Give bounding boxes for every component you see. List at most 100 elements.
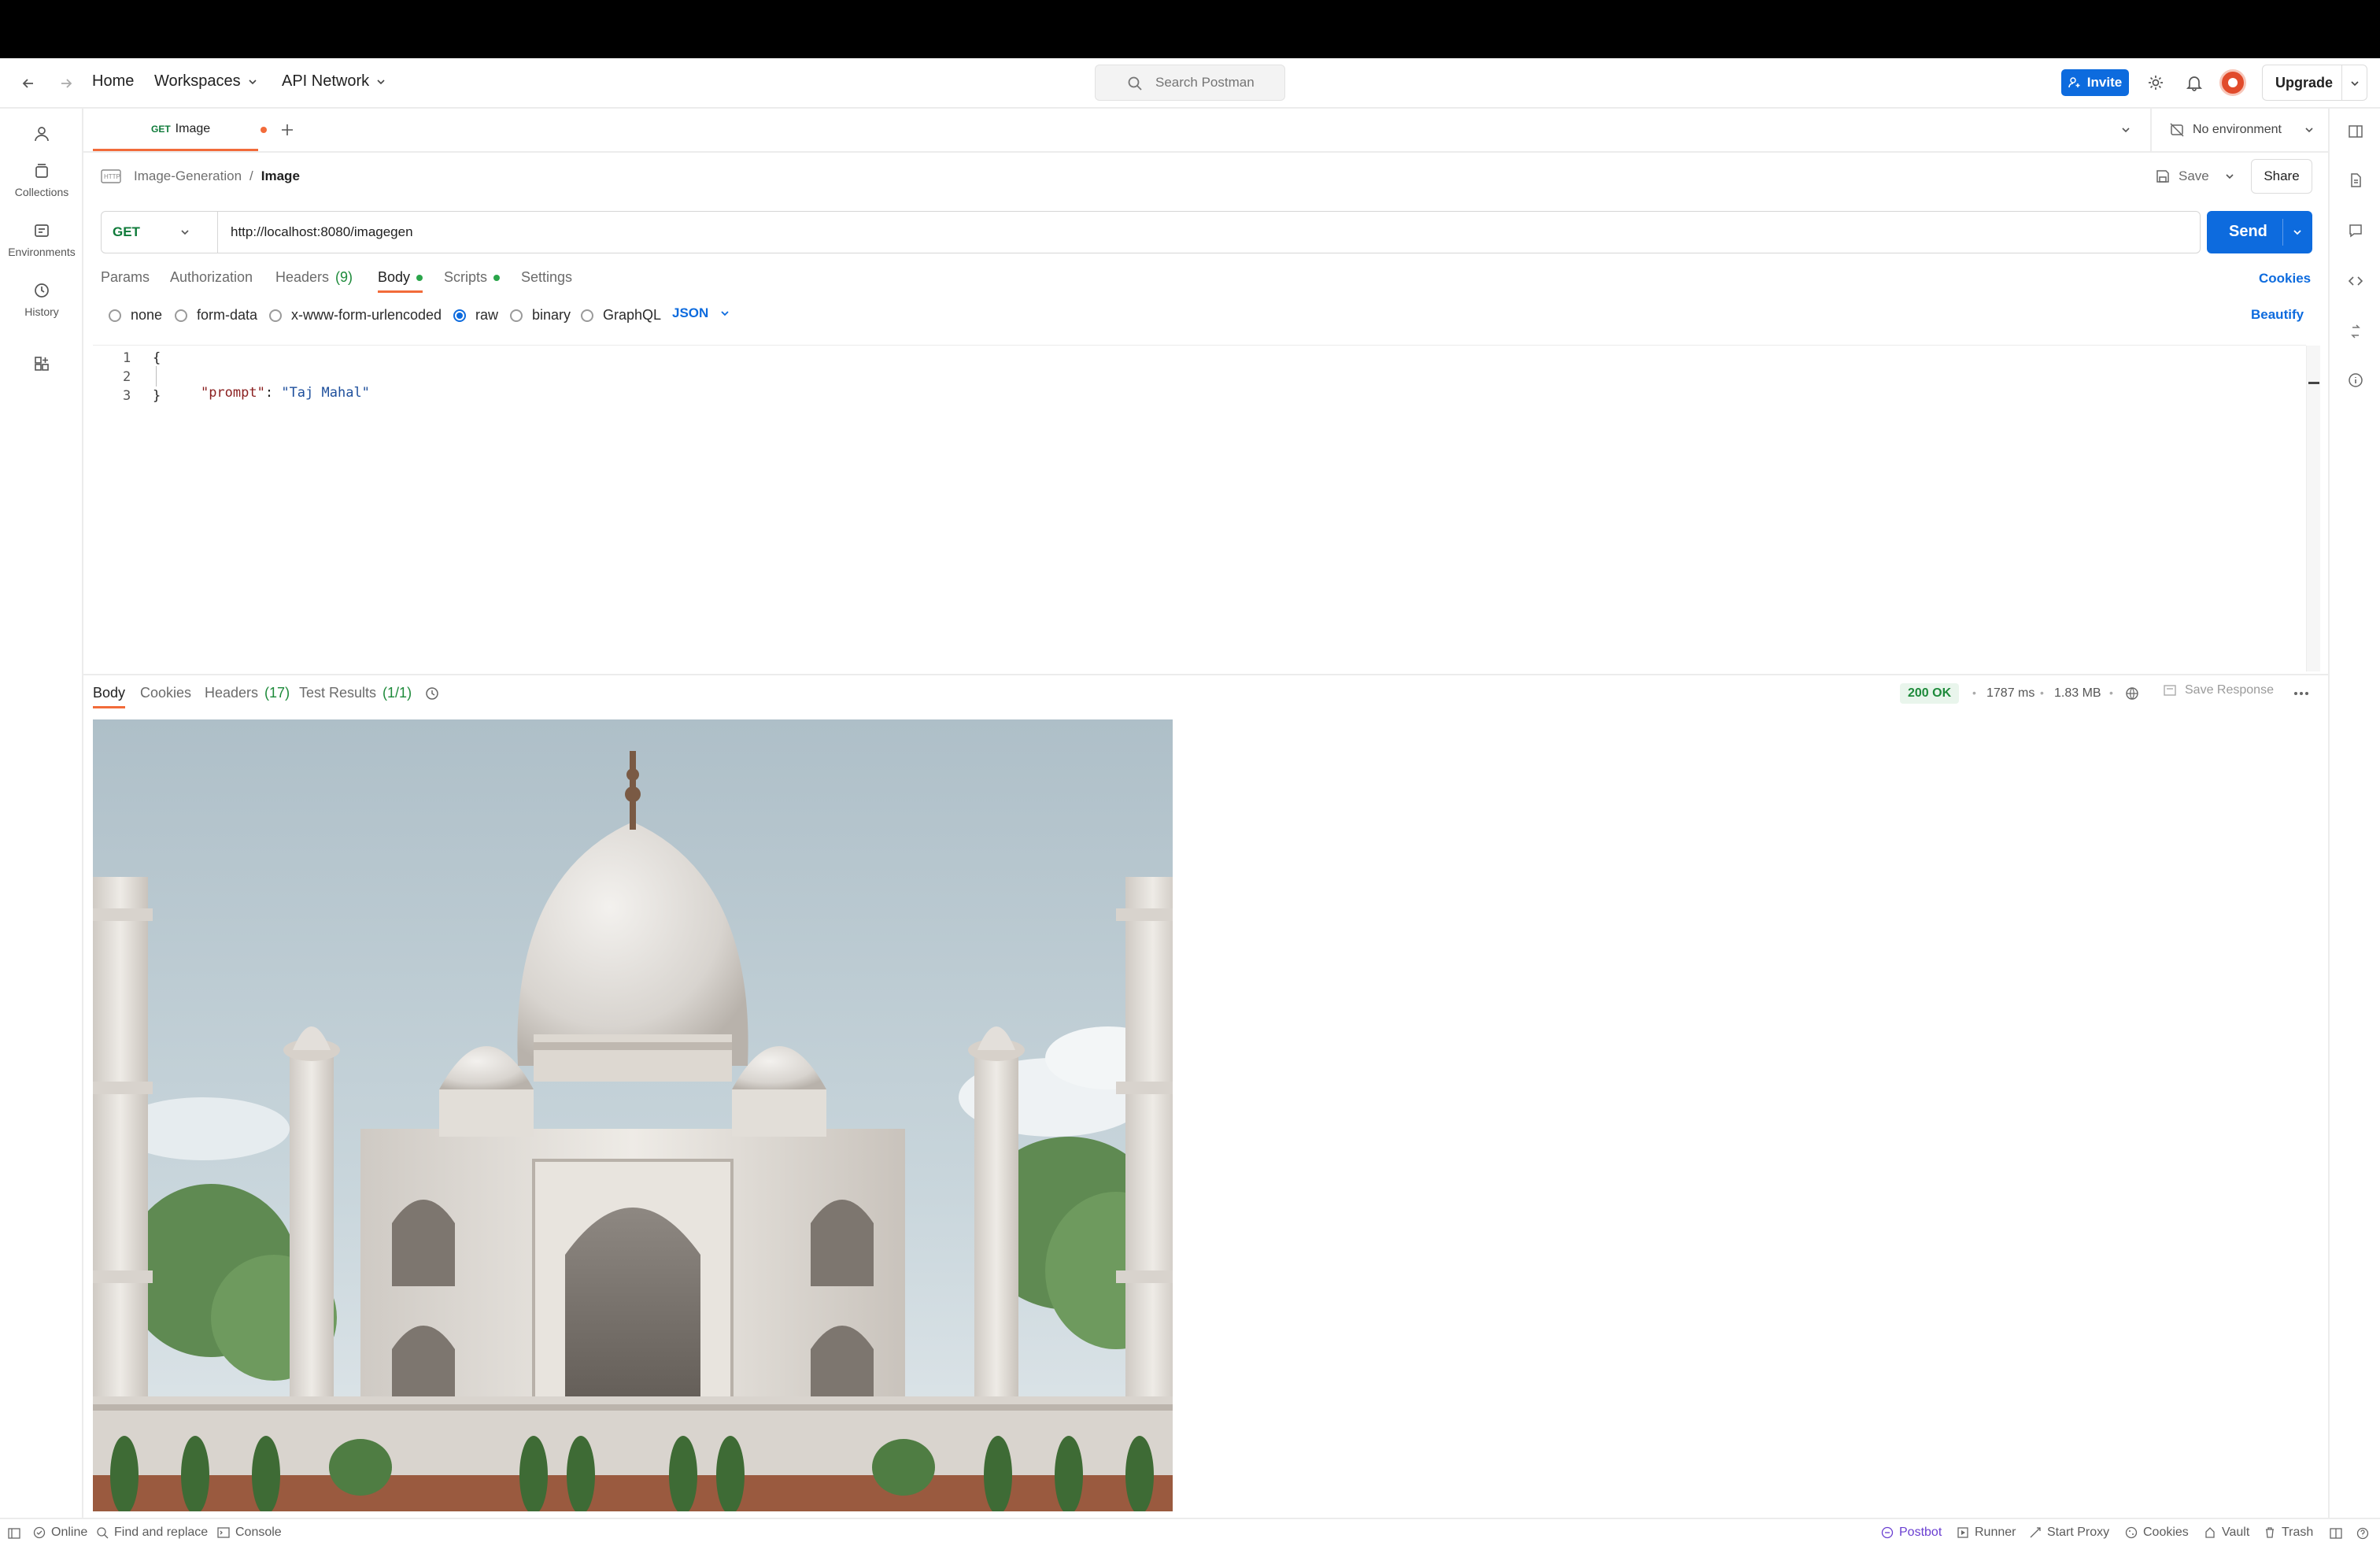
- postbot-button[interactable]: Postbot: [1881, 1526, 1942, 1540]
- documentation-icon[interactable]: [2344, 168, 2367, 192]
- request-tabs: Params Authorization Headers (9) Body Scr…: [101, 266, 2312, 298]
- response-tab-headers[interactable]: Headers (17): [205, 685, 290, 701]
- tab-settings[interactable]: Settings: [521, 269, 572, 286]
- url-input[interactable]: http://localhost:8080/imagegen: [231, 224, 413, 240]
- response-time[interactable]: 1787 ms: [1986, 686, 2034, 701]
- related-collections-icon[interactable]: [2344, 320, 2367, 343]
- option-form-data-label: form-data: [197, 307, 258, 323]
- network-globe-icon[interactable]: [2122, 683, 2142, 704]
- editor-scrollbar[interactable]: [2306, 346, 2320, 671]
- body-option-urlencoded[interactable]: x-www-form-urlencoded: [269, 307, 442, 324]
- breadcrumb-request[interactable]: Image: [261, 168, 300, 184]
- start-proxy-button[interactable]: Start Proxy: [2029, 1526, 2109, 1540]
- json-value: "Taj Mahal": [281, 385, 370, 401]
- comments-icon[interactable]: [2344, 219, 2367, 242]
- chevron-down-icon: [721, 311, 729, 316]
- chevron-down-icon: [2293, 230, 2301, 235]
- footer-cookies-button[interactable]: Cookies: [2125, 1526, 2189, 1540]
- api-network-menu[interactable]: API Network: [282, 72, 386, 91]
- response-history-icon[interactable]: [420, 682, 444, 705]
- layout-panel-icon[interactable]: [2344, 120, 2367, 143]
- body-option-graphql[interactable]: GraphQL: [581, 307, 661, 324]
- toggle-sidebar-icon[interactable]: [5, 1524, 24, 1543]
- footer-status-bar: Online Find and replace Console Postbot …: [0, 1518, 2380, 1546]
- upgrade-button[interactable]: Upgrade: [2262, 65, 2367, 101]
- code-icon[interactable]: [2344, 269, 2367, 293]
- console-button[interactable]: Console: [217, 1526, 282, 1540]
- sidebar-item-history[interactable]: History: [0, 282, 83, 335]
- body-code-editor[interactable]: 1 2 3 { "prompt": "Taj Mahal" }: [93, 345, 2320, 672]
- breadcrumb-collection[interactable]: Image-Generation: [134, 168, 242, 184]
- home-link[interactable]: Home: [92, 72, 134, 91]
- environments-icon: [35, 224, 49, 237]
- sidebar-label-collections: Collections: [14, 186, 69, 198]
- request-tab-image[interactable]: GET Image: [93, 109, 267, 151]
- body-option-binary[interactable]: binary: [510, 307, 571, 324]
- method-selector[interactable]: GET: [102, 212, 218, 253]
- tabs-overflow-chevron-icon[interactable]: [2116, 120, 2136, 140]
- response-tab-test-results[interactable]: Test Results (1/1): [299, 685, 412, 701]
- tab-headers[interactable]: Headers (9): [275, 269, 353, 286]
- settings-gear-icon[interactable]: [2144, 71, 2168, 94]
- response-tab-body[interactable]: Body: [93, 685, 126, 708]
- tab-params-label: Params: [101, 269, 150, 285]
- tab-settings-label: Settings: [521, 269, 573, 285]
- more-options-icon[interactable]: [2290, 683, 2312, 704]
- search-input[interactable]: Search Postman: [1095, 65, 1285, 101]
- sidebar-item-environments[interactable]: Environments: [0, 222, 83, 276]
- invite-button[interactable]: Invite: [2061, 69, 2129, 96]
- sidebar-item-account[interactable]: [0, 118, 83, 150]
- vault-button[interactable]: Vault: [2204, 1526, 2249, 1540]
- response-tab-tests-label: Test Results: [299, 685, 377, 701]
- cookies-link[interactable]: Cookies: [2259, 271, 2311, 287]
- runner-button[interactable]: Runner: [1957, 1526, 2016, 1540]
- headers-count: (9): [335, 269, 353, 285]
- invite-label: Invite: [2086, 75, 2123, 90]
- response-tab-headers-label: Headers: [205, 685, 259, 701]
- chevron-down-icon: [2351, 81, 2359, 87]
- svg-text:HTTP: HTTP: [104, 173, 120, 180]
- find-replace-button[interactable]: Find and replace: [96, 1526, 208, 1540]
- tab-request-name: Image: [175, 121, 211, 135]
- tab-headers-label: Headers: [275, 269, 330, 285]
- online-status[interactable]: Online: [33, 1526, 87, 1540]
- tab-body[interactable]: Body: [378, 269, 423, 293]
- tab-authorization[interactable]: Authorization: [170, 269, 253, 286]
- trash-icon: [2266, 1527, 2274, 1538]
- trash-label: Trash: [2282, 1526, 2314, 1539]
- response-divider[interactable]: [83, 674, 2328, 675]
- tab-scripts[interactable]: Scripts: [444, 269, 501, 286]
- avatar[interactable]: [2219, 69, 2246, 96]
- layout-toggle-icon[interactable]: [2326, 1524, 2345, 1543]
- back-arrow-icon[interactable]: [17, 72, 39, 94]
- status-badge[interactable]: 200 OK: [1900, 683, 1960, 704]
- save-options-chevron-icon[interactable]: [2219, 165, 2240, 187]
- send-label: Send: [2229, 223, 2267, 240]
- tab-params[interactable]: Params: [101, 269, 150, 286]
- body-option-none[interactable]: none: [109, 307, 162, 324]
- notifications-bell-icon[interactable]: [2182, 71, 2206, 94]
- code-line-1: {: [153, 350, 161, 366]
- info-icon[interactable]: [2344, 368, 2367, 392]
- new-tab-plus-icon[interactable]: [275, 118, 299, 142]
- trash-button[interactable]: Trash: [2264, 1526, 2313, 1540]
- body-option-form-data[interactable]: form-data: [175, 307, 257, 324]
- request-url-bar: GET http://localhost:8080/imagegen: [101, 211, 2201, 253]
- help-icon[interactable]: [2353, 1524, 2372, 1543]
- sidebar-label-history: History: [24, 305, 59, 318]
- share-button[interactable]: Share: [2251, 159, 2312, 194]
- beautify-link[interactable]: Beautify: [2251, 307, 2304, 323]
- forward-arrow-icon[interactable]: [55, 72, 77, 94]
- format-selector[interactable]: JSON: [672, 305, 730, 321]
- sidebar-item-collections[interactable]: Collections: [0, 162, 83, 216]
- response-tab-cookies[interactable]: Cookies: [140, 685, 191, 701]
- workspaces-menu[interactable]: Workspaces: [154, 72, 258, 91]
- sidebar-item-add-workspace[interactable]: [0, 348, 83, 379]
- send-button[interactable]: Send: [2207, 211, 2312, 253]
- environment-selector[interactable]: No environment: [2150, 109, 2328, 151]
- save-button[interactable]: Save: [2155, 162, 2209, 190]
- save-response-button[interactable]: Save Response: [2163, 683, 2274, 697]
- response-size[interactable]: 1.83 MB: [2054, 686, 2101, 701]
- body-option-raw[interactable]: raw: [453, 307, 498, 324]
- option-raw-label: raw: [475, 307, 499, 323]
